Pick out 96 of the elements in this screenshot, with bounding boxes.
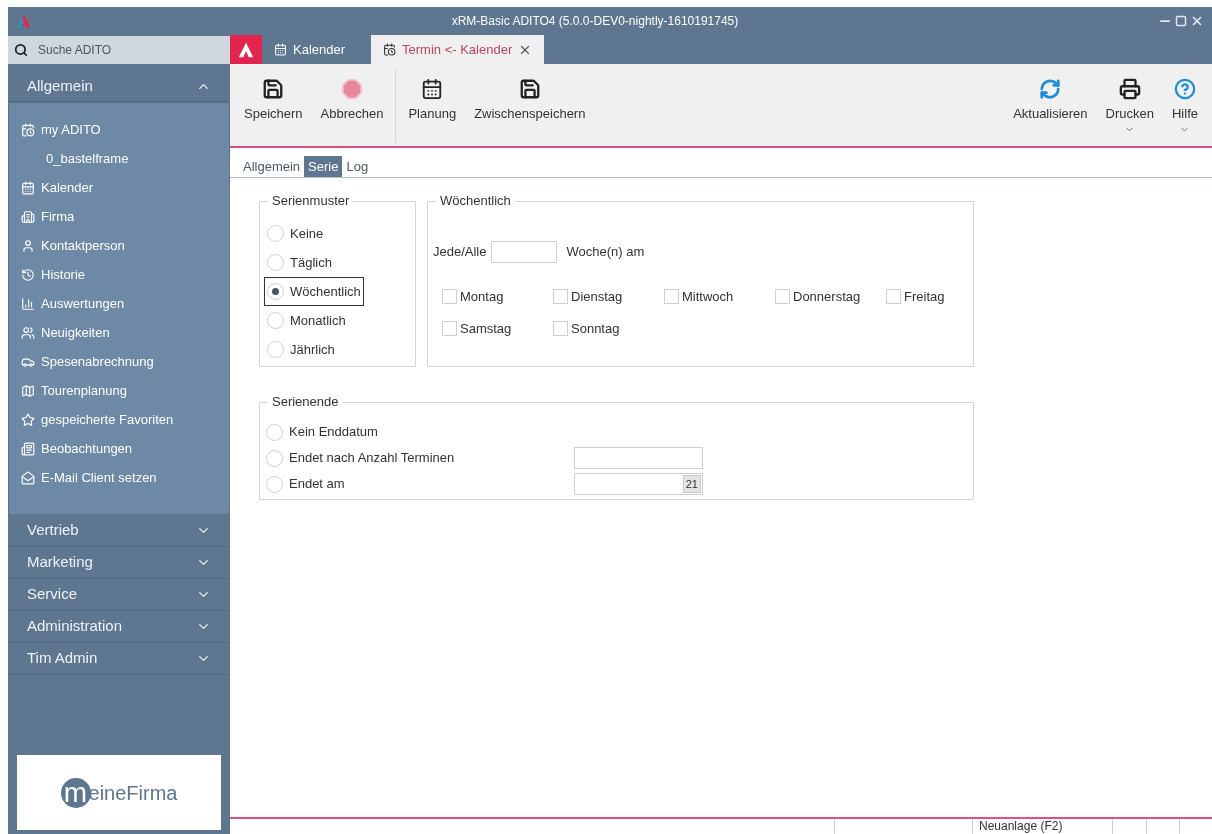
appointment-icon	[383, 43, 397, 56]
save-icon	[262, 78, 285, 100]
radio-button[interactable]	[267, 225, 284, 242]
radio-button[interactable]	[267, 341, 284, 358]
item-icon	[21, 441, 35, 456]
checkbox[interactable]	[442, 289, 457, 305]
section-header[interactable]: Marketing	[8, 547, 230, 579]
sub-tab[interactable]: Allgemein	[239, 156, 305, 177]
sidebar-item[interactable]: Beobachtungen	[9, 434, 229, 463]
sidebar-item[interactable]: Firma	[9, 202, 229, 231]
radio-button[interactable]	[267, 312, 284, 329]
sub-tab[interactable]: Log	[342, 156, 373, 177]
sidebar-item[interactable]: E-Mail Client setzen	[9, 463, 229, 492]
stop-icon	[341, 78, 363, 100]
toolbar-button[interactable]: Planung	[399, 64, 466, 146]
radio-button[interactable]	[266, 423, 283, 441]
field-label: Woche(n) am	[566, 243, 645, 262]
radio-button[interactable]	[266, 475, 283, 493]
app-logo-icon	[16, 13, 32, 29]
radio-option[interactable]: Endet nach Anzahl Terminen	[266, 448, 574, 468]
tab[interactable]: Termin <- Kalender	[371, 35, 545, 64]
day-checkbox[interactable]: Sonntag	[553, 318, 664, 338]
checkbox[interactable]	[553, 320, 568, 336]
section-header[interactable]: Service	[8, 579, 230, 611]
sidebar-item[interactable]: Kalender	[9, 173, 229, 202]
app-logo-tile[interactable]	[230, 35, 262, 64]
item-icon	[21, 325, 35, 340]
toolbar-button[interactable]: Abbrechen	[311, 64, 393, 146]
field-label: Jede/Alle	[433, 243, 487, 262]
item-icon	[21, 180, 35, 195]
sidebar-item[interactable]: Spesenabrechnung	[9, 347, 229, 376]
item-icon	[21, 238, 35, 253]
radio-option[interactable]: Endet am	[266, 474, 574, 494]
toolbar-button[interactable]: Speichern	[235, 64, 312, 146]
radio-button[interactable]	[267, 254, 284, 271]
sidebar-item[interactable]: Historie	[9, 260, 229, 289]
item-icon	[21, 122, 35, 137]
day-checkbox[interactable]: Dienstag	[553, 287, 664, 307]
sidebar-item[interactable]: gespeicherte Favoriten	[9, 405, 229, 434]
date-field[interactable]: 21	[574, 473, 703, 495]
window-title: xRM-Basic ADITO4 (5.0.0-DEV0-nightly-1610191745)	[450, 13, 740, 30]
checkbox[interactable]	[664, 289, 679, 305]
radio-option[interactable]: Keine	[264, 219, 327, 248]
search-field[interactable]: Suche ADITO	[38, 41, 198, 59]
radio-option[interactable]: Jährlich	[264, 335, 338, 364]
maximize-icon[interactable]	[1175, 15, 1187, 27]
refresh-icon	[1039, 78, 1062, 100]
sidebar-item[interactable]: 0_bastelframe	[9, 144, 229, 173]
calendar-icon	[421, 78, 444, 100]
company-logo: meineFirma	[17, 755, 221, 830]
help-icon	[1174, 78, 1196, 100]
search-box[interactable]: Suche ADITO	[8, 36, 230, 64]
section-header[interactable]: Tim Admin	[8, 643, 230, 675]
tab[interactable]: Kalender	[262, 35, 358, 64]
sidebar-item[interactable]: my ADITO	[9, 115, 229, 144]
input-field[interactable]	[491, 241, 558, 263]
radio-button[interactable]	[267, 283, 284, 300]
day-checkbox[interactable]: Freitag	[886, 287, 976, 307]
sidebar-item[interactable]: Auswertungen	[9, 289, 229, 318]
radio-option[interactable]: Wöchentlich	[264, 277, 364, 306]
item-icon	[21, 209, 35, 224]
printer-icon	[1118, 78, 1141, 100]
sub-tab[interactable]: Serie	[304, 156, 343, 177]
checkbox[interactable]	[553, 289, 568, 305]
sidebar-item[interactable]: Tourenplanung	[9, 376, 229, 405]
radio-option[interactable]: Kein Enddatum	[266, 422, 574, 442]
sidebar-item[interactable]: Neuigkeiten	[9, 318, 229, 347]
day-checkbox[interactable]: Donnerstag	[775, 287, 886, 307]
checkbox[interactable]	[442, 320, 457, 336]
section-header[interactable]: Administration	[8, 611, 230, 643]
section-header[interactable]: Vertrieb	[8, 515, 230, 547]
day-checkbox[interactable]: Samstag	[442, 318, 553, 338]
radio-option[interactable]: Täglich	[264, 248, 335, 277]
toolbar-button[interactable]: Hilfe	[1163, 64, 1207, 146]
toolbar-button[interactable]: Drucken	[1096, 64, 1163, 146]
save-icon	[518, 78, 541, 100]
item-icon	[21, 470, 35, 485]
day-checkbox[interactable]: Mittwoch	[664, 287, 775, 307]
item-icon	[21, 383, 35, 398]
radio-option[interactable]: Monatlich	[264, 306, 349, 335]
item-icon	[21, 296, 35, 311]
toolbar-button[interactable]: Aktualisieren	[1004, 64, 1097, 146]
day-checkbox[interactable]: Montag	[442, 287, 553, 307]
item-icon	[21, 412, 35, 427]
search-icon	[14, 43, 28, 57]
status-cell: Neuanlage (F2)	[972, 819, 1112, 834]
date-picker-button[interactable]: 21	[682, 475, 701, 493]
checkbox[interactable]	[775, 289, 790, 305]
sidebar-item[interactable]: Kontaktperson	[9, 231, 229, 260]
radio-button[interactable]	[266, 449, 283, 467]
checkbox[interactable]	[886, 289, 901, 305]
item-icon	[21, 267, 35, 282]
calendar-icon	[274, 43, 287, 56]
input-field[interactable]	[574, 447, 703, 469]
close-icon[interactable]	[1190, 14, 1204, 28]
toolbar-button[interactable]: Zwischenspeichern	[465, 64, 595, 146]
